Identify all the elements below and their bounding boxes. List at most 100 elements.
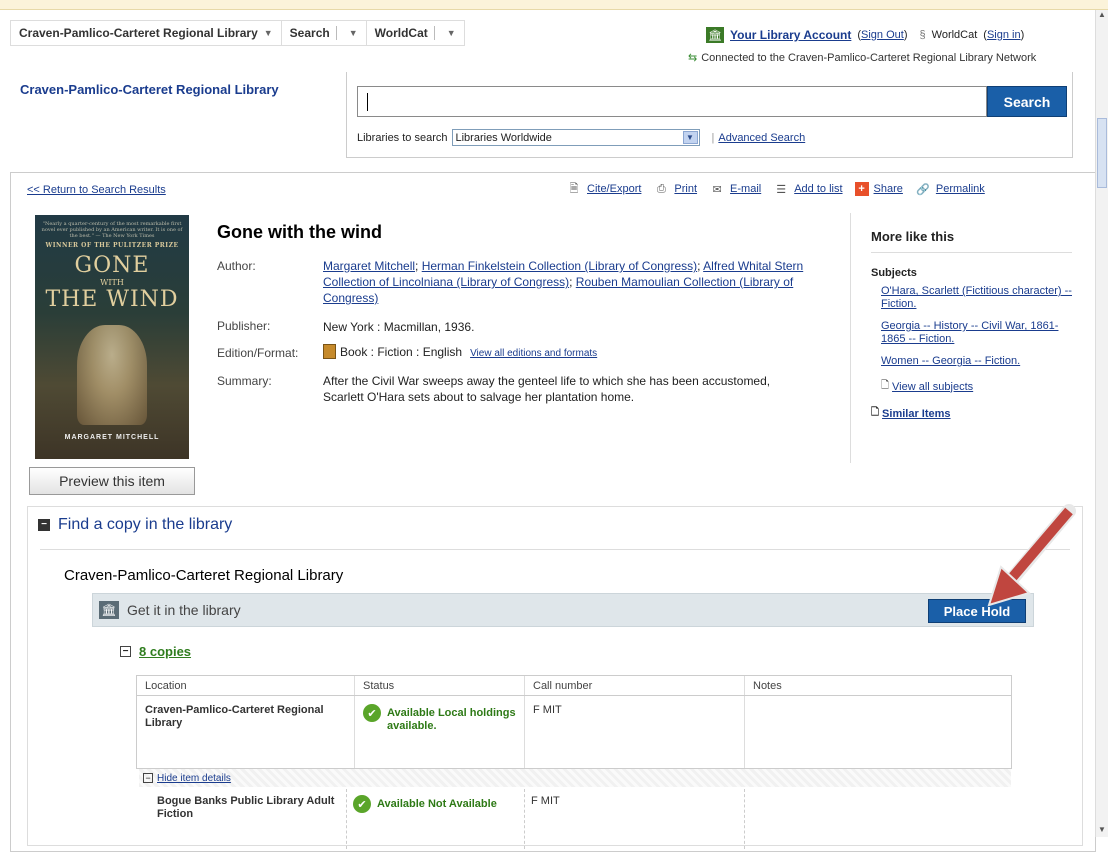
library-menu[interactable]: Craven-Pamlico-Carteret Regional Library… [11, 21, 282, 45]
view-all-subjects-link[interactable]: View all subjects [892, 381, 973, 393]
find-copy-section: − Find a copy in the library Craven-Paml… [27, 506, 1083, 849]
holdings-table: Location Status Call number Notes Craven… [136, 675, 1012, 769]
author-link[interactable]: Margaret Mitchell [323, 259, 415, 273]
permalink-tool[interactable]: 🔗 Permalink [915, 182, 985, 196]
scroll-thumb[interactable] [1097, 118, 1107, 188]
sign-in-link[interactable]: Sign in [987, 29, 1021, 41]
collapse-icon[interactable]: − [38, 519, 50, 531]
scroll-up-icon[interactable]: ▲ [1096, 10, 1108, 22]
call-number-cell: F MIT [525, 789, 745, 849]
status-cell: ✔ Available Not Available [347, 789, 525, 849]
cover-prize: WINNER OF THE PULITZER PRIZE [45, 242, 179, 249]
subject-link[interactable]: Georgia -- History -- Civil War, 1861-18… [881, 320, 1072, 346]
cover-title-line2: WITH [100, 278, 124, 287]
table-header: Location Status Call number Notes [137, 676, 1011, 696]
edition-label: Edition/Format: [217, 346, 299, 360]
cite-export-link[interactable]: Cite/Export [587, 183, 641, 195]
author-label: Author: [217, 259, 256, 273]
column-header: Location [137, 676, 355, 695]
copies-link[interactable]: 8 copies [139, 644, 191, 659]
status-text: Available Not Available [377, 798, 497, 810]
collapse-icon[interactable]: − [143, 773, 153, 783]
collapse-icon[interactable]: − [120, 646, 131, 657]
library-name[interactable]: Craven-Pamlico-Carteret Regional Library [20, 81, 320, 98]
chevron-down-icon: ▼ [263, 28, 273, 38]
your-library-account-link[interactable]: Your Library Account [730, 28, 851, 42]
list-icon: ☰ [776, 183, 787, 196]
scroll-down-icon[interactable]: ▼ [1096, 825, 1108, 837]
email-tool[interactable]: ✉ E-mail [709, 182, 761, 196]
edition-text: Book : Fiction : English [340, 345, 463, 359]
holding-library-name: Craven-Pamlico-Carteret Regional Library [64, 567, 344, 584]
similar-items-link[interactable]: Similar Items [882, 408, 950, 420]
subject-link[interactable]: Women -- Georgia -- Fiction. [881, 355, 1072, 368]
share-icon: + [854, 182, 869, 196]
permalink-link[interactable]: Permalink [936, 183, 985, 195]
print-tool[interactable]: ⎙ Print [653, 182, 697, 196]
print-link[interactable]: Print [674, 183, 697, 195]
add-to-list-tool[interactable]: ☰ Add to list [773, 182, 842, 196]
hide-item-details[interactable]: − Hide item details [139, 769, 1011, 787]
worldcat-menu-label: WorldCat [374, 26, 428, 40]
print-icon: ⎙ [657, 182, 666, 195]
worldcat-label: WorldCat [931, 29, 978, 41]
location-cell: Bogue Banks Public Library Adult Fiction [139, 789, 347, 849]
return-to-results-link[interactable]: << Return to Search Results [27, 184, 166, 196]
copies-toggle[interactable]: − 8 copies [120, 644, 191, 659]
cover-figure [77, 325, 147, 425]
column-header: Status [355, 676, 525, 695]
view-all-subjects[interactable]: 🗋 View all subjects [881, 378, 1072, 395]
cite-export-tool[interactable]: 🗎 Cite/Export [566, 182, 642, 196]
library-menu-label: Craven-Pamlico-Carteret Regional Library [19, 26, 258, 40]
search-menu[interactable]: Search ▼ [282, 21, 367, 45]
text-cursor [367, 93, 368, 111]
share-tool[interactable]: + Share [854, 182, 903, 196]
subject-link[interactable]: O'Hara, Scarlett (Fictitious character) … [881, 285, 1072, 311]
publisher-label: Publisher: [217, 319, 271, 333]
email-link[interactable]: E-mail [730, 183, 761, 195]
annotation-arrow-icon [987, 504, 1076, 607]
search-button[interactable]: Search [987, 86, 1067, 117]
libraries-label: Libraries to search [357, 131, 448, 144]
preview-button[interactable]: Preview this item [29, 467, 195, 495]
cover-author: MARGARET MITCHELL [64, 434, 160, 441]
account-area: 🏛 Your Library Account (Sign Out) § Worl… [706, 27, 1024, 43]
search-menu-label: Search [289, 26, 330, 40]
hide-item-details-link[interactable]: Hide item details [157, 773, 231, 784]
find-copy-heading[interactable]: − Find a copy in the library [38, 516, 232, 534]
add-to-list-link[interactable]: Add to list [794, 183, 842, 195]
worldcat-menu[interactable]: WorldCat ▼ [367, 21, 465, 45]
edition-value: Book : Fiction : English View all edition… [323, 344, 597, 362]
connection-icon: ⇆ [688, 52, 698, 64]
sign-out-link[interactable]: Sign Out [861, 29, 904, 41]
libraries-select[interactable]: Libraries Worldwide ▼ [451, 129, 700, 146]
author-link[interactable]: Herman Finkelstein Collection (Library o… [422, 259, 697, 273]
cite-icon: 🗎 [569, 182, 579, 195]
record-toolbar: 🗎 Cite/Export ⎙ Print ✉ E-mail ☰ Add to list… [566, 182, 997, 196]
divider [335, 26, 337, 40]
book-cover[interactable]: "Nearly a quarter-century of the most re… [35, 215, 189, 459]
notes-cell [745, 696, 1011, 768]
summary-value: After the Civil War sweeps away the gent… [323, 374, 771, 404]
chevron-down-icon[interactable]: ▼ [682, 131, 698, 144]
more-like-this-panel: More like this Subjects O'Hara, Scarlett… [850, 213, 1072, 463]
publisher-value: New York : Macmillan, 1936. [323, 320, 475, 334]
sign-in-wrap: (Sign in) [983, 29, 1025, 41]
libraries-value: Libraries Worldwide [455, 131, 552, 144]
more-like-this-heading: More like this [871, 229, 1072, 253]
call-number-cell: F MIT [525, 696, 745, 768]
advanced-search-link[interactable]: Advanced Search [718, 132, 805, 144]
similar-items[interactable]: 🗋 Similar Items [871, 405, 1072, 422]
view-editions-link[interactable]: View all editions and formats [470, 348, 597, 359]
share-link[interactable]: Share [874, 183, 903, 195]
find-copy-label: Find a copy in the library [58, 516, 233, 533]
page-icon: 🗋 [881, 380, 890, 391]
libraries-to-search: Libraries to search Libraries Worldwide … [357, 129, 805, 146]
vertical-scrollbar[interactable]: ▲ ▼ [1095, 10, 1108, 837]
check-icon: ✔ [363, 704, 381, 722]
worldcat-icon: § [919, 29, 926, 41]
check-icon: ✔ [353, 795, 371, 813]
divider [433, 26, 435, 40]
connected-text: Connected to the Craven-Pamlico-Carteret… [701, 51, 1037, 64]
search-input[interactable] [357, 86, 987, 117]
